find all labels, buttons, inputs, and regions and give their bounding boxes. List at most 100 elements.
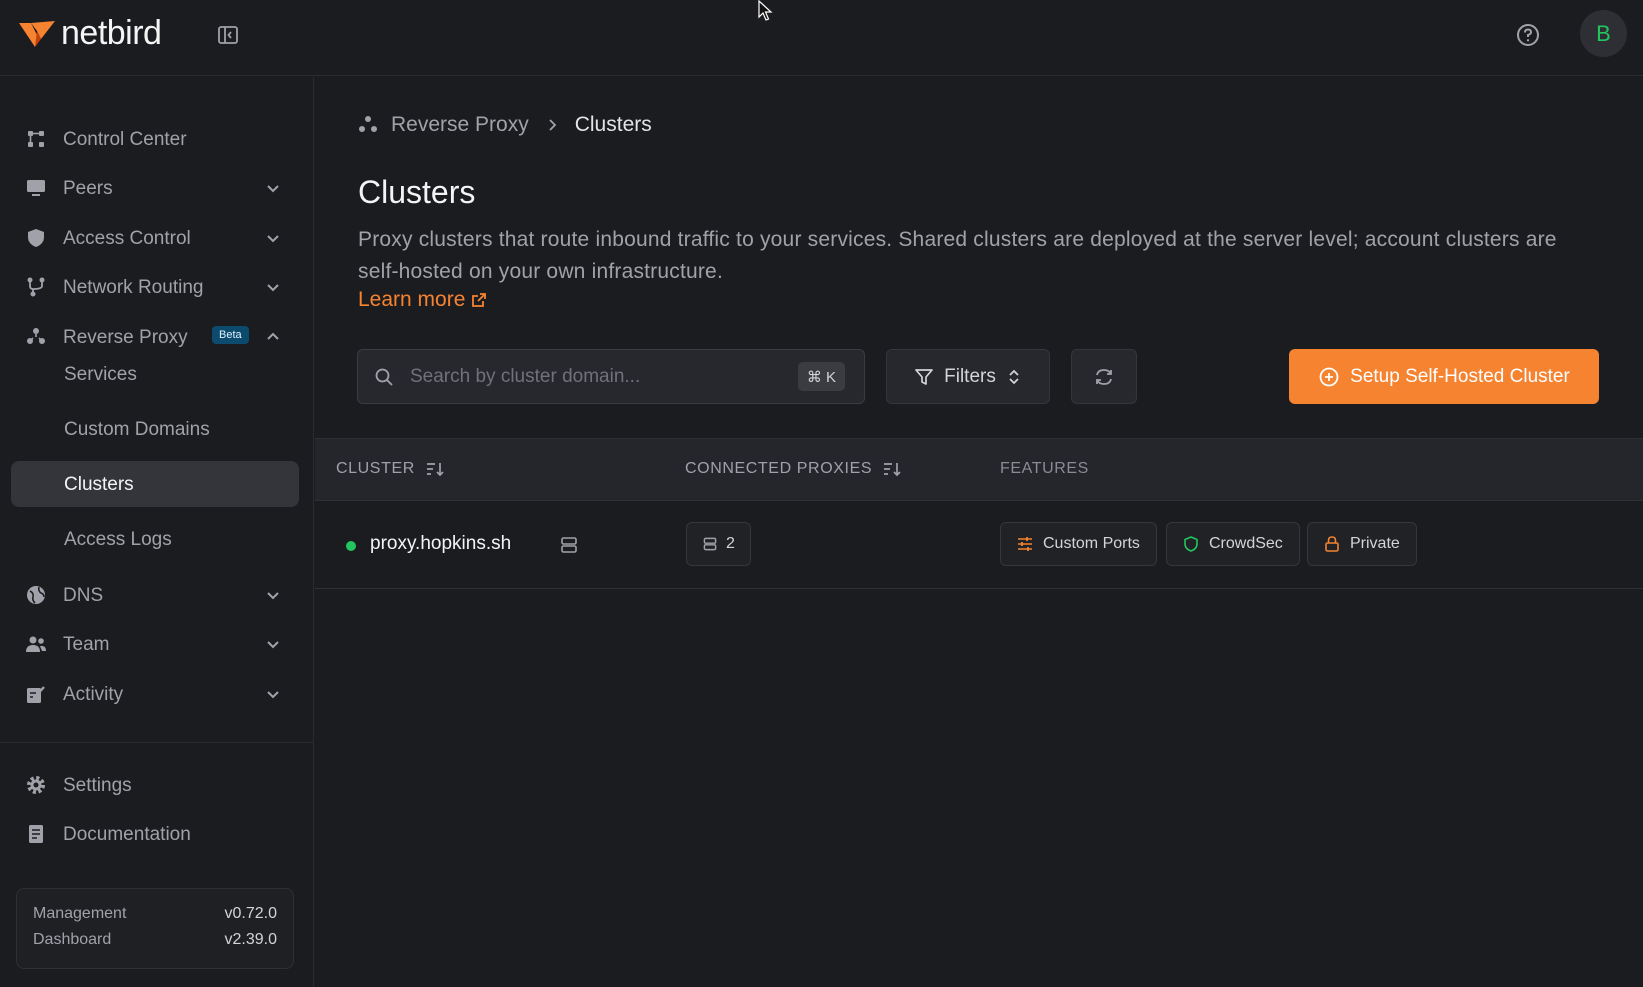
sidebar-item-label: Documentation — [63, 824, 191, 845]
sidebar-item-control-center[interactable]: Control Center — [12, 117, 298, 161]
filters-button[interactable]: Filters — [886, 349, 1050, 404]
sidebar-item-documentation[interactable]: Documentation — [12, 812, 298, 856]
network-icon — [27, 277, 45, 297]
sidebar-item-label: Team — [63, 634, 110, 655]
dashboard-label: Dashboard — [33, 931, 112, 948]
sidebar-item-label: Control Center — [63, 129, 187, 150]
sidebar-item-network-routing[interactable]: Network Routing — [12, 265, 298, 309]
users-icon — [26, 636, 46, 652]
status-dot — [346, 541, 356, 551]
dashboard-version-row: Dashboard v2.39.0 — [33, 931, 277, 949]
top-bar: netbird B — [0, 0, 1643, 76]
chevron-up-down-icon — [1009, 369, 1019, 384]
document-icon — [29, 825, 43, 843]
sidebar-item-label: Reverse Proxy — [63, 327, 188, 348]
shield-icon — [1184, 536, 1198, 552]
learn-more-link[interactable]: Learn more — [358, 288, 487, 312]
sliders-icon — [1018, 537, 1032, 551]
feature-label: Private — [1350, 535, 1400, 552]
netbird-logo[interactable]: netbird — [17, 14, 162, 53]
connected-proxies-count: 2 — [726, 535, 735, 552]
setup-self-hosted-cluster-button[interactable]: Setup Self-Hosted Cluster — [1289, 349, 1599, 404]
proxy-icon — [27, 328, 45, 344]
column-header-cluster[interactable]: CLUSTER — [336, 460, 445, 478]
management-version: v0.72.0 — [224, 905, 277, 922]
sidebar-item-team[interactable]: Team — [12, 622, 298, 666]
chevron-down-icon — [267, 641, 279, 649]
brand-name: netbird — [61, 14, 162, 52]
sidebar-item-dns[interactable]: DNS — [12, 573, 298, 617]
sidebar-item-settings[interactable]: Settings — [12, 763, 298, 807]
column-header-features: FEATURES — [1000, 460, 1089, 478]
page-title: Clusters — [358, 174, 476, 210]
server-icon — [703, 537, 717, 551]
connected-proxies-badge: 2 — [686, 522, 751, 566]
sidebar: Control Center Peers Access Control Netw… — [0, 77, 314, 987]
sidebar-divider — [0, 742, 314, 743]
chevron-down-icon — [267, 185, 279, 193]
feature-badge-private: Private — [1307, 522, 1417, 566]
main-content: Reverse Proxy Clusters Clusters Proxy cl… — [315, 77, 1643, 987]
cluster-name[interactable]: proxy.hopkins.sh — [370, 533, 511, 555]
sidebar-item-label: Network Routing — [63, 277, 204, 298]
gear-icon — [27, 776, 45, 794]
search-icon — [375, 368, 393, 386]
learn-more-label: Learn more — [358, 288, 466, 311]
feature-label: CrowdSec — [1209, 535, 1283, 552]
management-version-row: Management v0.72.0 — [33, 905, 277, 923]
sidebar-subitem-services[interactable]: Services — [11, 351, 299, 397]
dashboard-version: v2.39.0 — [224, 931, 277, 948]
management-label: Management — [33, 905, 127, 922]
column-header-label: FEATURES — [1000, 460, 1089, 477]
chevron-down-icon — [267, 284, 279, 292]
chevron-down-icon — [267, 691, 279, 699]
version-info: Management v0.72.0 Dashboard v2.39.0 — [16, 888, 294, 969]
filters-label: Filters — [944, 365, 996, 387]
chevron-up-icon — [267, 332, 279, 340]
proxy-icon — [359, 116, 377, 132]
globe-icon — [27, 586, 45, 604]
netbird-logo-icon — [19, 20, 55, 47]
sidebar-subitem-access-logs[interactable]: Access Logs — [11, 516, 299, 562]
sidebar-collapse-icon — [218, 26, 238, 44]
sidebar-item-label: Peers — [63, 178, 113, 199]
feature-badge-crowdsec: CrowdSec — [1166, 522, 1300, 566]
sidebar-subitem-label: Services — [64, 364, 137, 385]
filter-icon — [915, 368, 933, 385]
table-header: CLUSTER CONNECTED PROXIES FEATURES — [315, 438, 1643, 501]
sidebar-item-access-control[interactable]: Access Control — [12, 216, 298, 260]
sidebar-item-label: Access Control — [63, 228, 191, 249]
monitor-icon — [27, 180, 45, 196]
sort-icon — [884, 463, 901, 477]
sidebar-subitem-custom-domains[interactable]: Custom Domains — [11, 406, 299, 452]
refresh-icon — [1096, 368, 1112, 385]
sidebar-item-activity[interactable]: Activity — [12, 672, 298, 716]
help-icon — [1517, 24, 1539, 46]
sidebar-subitem-label: Access Logs — [64, 529, 172, 550]
plus-circle-icon — [1319, 367, 1339, 386]
user-avatar[interactable]: B — [1580, 10, 1627, 57]
sidebar-item-label: Activity — [63, 684, 124, 705]
shield-icon — [28, 229, 44, 247]
chevron-down-icon — [267, 235, 279, 243]
chevron-down-icon — [267, 592, 279, 600]
breadcrumb: Reverse Proxy Clusters — [357, 113, 652, 137]
external-link-icon — [472, 293, 487, 307]
sidebar-subitem-clusters[interactable]: Clusters — [11, 461, 299, 507]
feature-label: Custom Ports — [1043, 535, 1140, 552]
column-header-connected-proxies[interactable]: CONNECTED PROXIES — [685, 460, 902, 478]
breadcrumb-parent[interactable]: Reverse Proxy — [391, 113, 529, 137]
sidebar-item-label: Settings — [63, 775, 132, 796]
lock-icon — [1325, 536, 1339, 552]
mouse-cursor-icon — [758, 0, 773, 21]
sidebar-collapse-button[interactable] — [216, 23, 240, 47]
search-input[interactable] — [410, 360, 770, 394]
refresh-button[interactable] — [1071, 349, 1137, 404]
setup-button-label: Setup Self-Hosted Cluster — [1350, 365, 1570, 387]
sidebar-item-peers[interactable]: Peers — [12, 166, 298, 210]
column-header-label: CONNECTED PROXIES — [685, 460, 873, 477]
help-button[interactable] — [1514, 21, 1542, 49]
sidebar-item-label: DNS — [63, 585, 104, 606]
sort-icon — [426, 463, 444, 477]
table-row[interactable]: proxy.hopkins.sh 2 Custom Ports CrowdSec — [315, 501, 1643, 589]
